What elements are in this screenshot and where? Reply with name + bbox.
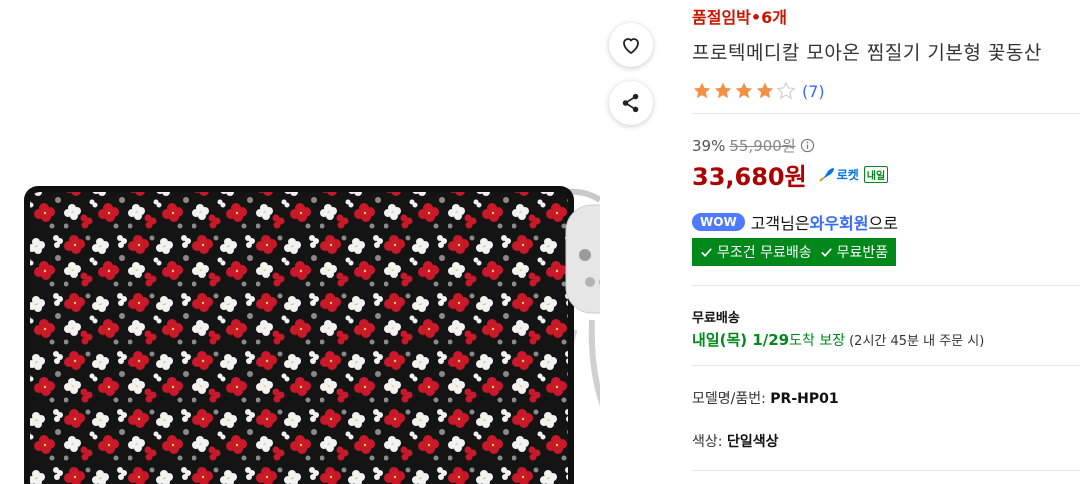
wow-membership-row: WOW 고객님은 와우회원 으로: [692, 210, 898, 234]
membership-label: 와우회원: [809, 214, 869, 233]
check-icon: [820, 247, 832, 257]
divider: [692, 365, 1080, 366]
rocket-label: 로켓: [836, 168, 859, 182]
product-title: 프로텍메디칼 모아온 찜질기 기본형 꽃동산: [692, 42, 1042, 64]
original-price-row: 39% 55,900원: [692, 135, 815, 156]
color-value: 단일색상: [726, 434, 779, 450]
sale-price-row: 33,680원 로켓 내일: [692, 157, 889, 192]
membership-suffix: 으로: [868, 214, 898, 233]
share-icon: [622, 93, 639, 113]
star-filled-icon: [756, 82, 774, 99]
order-deadline-note: (2시간 45분 내 주문 시): [849, 334, 985, 349]
wishlist-button[interactable]: [609, 23, 653, 67]
share-button[interactable]: [609, 81, 653, 125]
star-filled-icon: [735, 82, 753, 99]
divider: [692, 285, 1080, 286]
rating-row[interactable]: (7): [692, 80, 825, 102]
stock-notice: 품절임박•6개: [692, 8, 787, 27]
color-spec: 색상: 단일색상: [692, 431, 778, 451]
heating-pad-image: [24, 186, 600, 484]
delivery-guarantee: 도착 보장: [789, 333, 846, 349]
rocket-delivery-badge: 로켓 내일: [818, 166, 889, 183]
delivery-estimate: 내일(목) 1/29 도착 보장 (2시간 45분 내 주문 시): [692, 329, 984, 350]
original-price: 55,900원: [729, 137, 796, 155]
divider: [692, 199, 1080, 200]
rocket-icon: [818, 167, 834, 182]
info-icon[interactable]: [800, 138, 815, 153]
product-info: 품절임박•6개 프로텍메디칼 모아온 찜질기 기본형 꽃동산 (7) 39% 5…: [692, 0, 1080, 484]
discount-rate: 39%: [692, 136, 726, 155]
heart-icon: [623, 38, 639, 55]
membership-prefix: 고객님은: [750, 214, 810, 233]
wow-badge: WOW: [692, 213, 745, 231]
benefit-banner: 무조건 무료배송 무료반품: [692, 238, 897, 266]
free-shipping-text: 무조건 무료배송: [717, 245, 812, 261]
color-label: 색상:: [692, 434, 727, 450]
star-filled-icon: [714, 82, 732, 99]
model-spec: 모델명/품번: PR-HP01: [692, 388, 839, 408]
delivery-date: 내일(목) 1/29: [692, 331, 790, 349]
model-label: 모델명/품번:: [692, 391, 771, 407]
divider: [692, 113, 1080, 114]
divider: [692, 470, 1080, 471]
check-icon: [701, 247, 712, 257]
sale-price: 33,680원: [692, 163, 807, 191]
product-image[interactable]: [0, 0, 600, 484]
shipping-label: 무료배송: [692, 311, 740, 326]
review-count-link[interactable]: (7): [802, 82, 825, 101]
tomorrow-badge: 내일: [863, 166, 889, 183]
model-value: PR-HP01: [770, 391, 839, 407]
rating-stars: [692, 81, 796, 101]
star-filled-icon: [693, 82, 711, 99]
star-empty-icon: [776, 81, 796, 100]
free-return-text: 무료반품: [836, 245, 889, 261]
